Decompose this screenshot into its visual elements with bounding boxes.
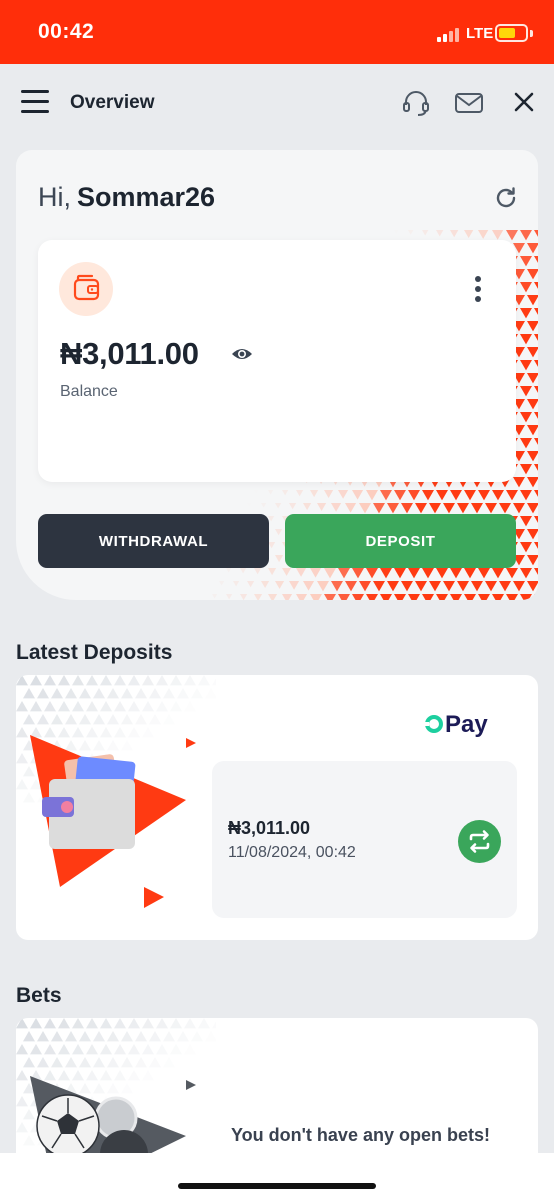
balance-amount: ₦3,011.00 <box>60 336 199 371</box>
repeat-icon[interactable] <box>458 820 501 863</box>
latest-deposits-card: Pay ₦3,011.00 11/08/2024, 00:42 <box>16 675 538 940</box>
withdrawal-button[interactable]: WITHDRAWAL <box>38 514 269 568</box>
bets-title: Bets <box>16 984 62 1007</box>
balance-card: ₦3,011.00 Balance <box>38 240 516 482</box>
wallet-badge <box>59 262 113 316</box>
home-bar-area <box>0 1153 554 1200</box>
deposit-amount: ₦3,011.00 <box>228 818 311 838</box>
wallet-icon <box>73 274 100 301</box>
battery-nub <box>530 30 533 37</box>
overview-card: Hi, Sommar26 ₦3,011.00 Balance WITHDRAWAL <box>16 150 538 600</box>
cellular-signal-icon <box>437 26 463 42</box>
username: Sommar26 <box>77 182 216 212</box>
mail-icon[interactable] <box>454 91 484 115</box>
close-icon[interactable] <box>513 91 535 113</box>
no-open-bets-message: You don't have any open bets! <box>231 1125 490 1145</box>
headset-icon[interactable] <box>401 88 431 118</box>
top-navigation: Overview <box>0 64 554 140</box>
deposit-list-item[interactable]: ₦3,011.00 11/08/2024, 00:42 <box>212 761 517 918</box>
opay-logo: Pay <box>423 711 505 738</box>
menu-icon[interactable] <box>21 90 49 114</box>
refresh-icon[interactable] <box>494 186 518 210</box>
wallet-illustration <box>16 675 216 908</box>
more-vertical-icon[interactable] <box>472 276 484 304</box>
greeting-hi: Hi, <box>38 182 71 212</box>
status-bar: 00:42 LTE <box>0 0 554 64</box>
latest-deposits-title: Latest Deposits <box>16 641 173 664</box>
status-time: 00:42 <box>38 20 95 43</box>
eye-icon[interactable] <box>231 346 253 362</box>
balance-label: Balance <box>60 383 118 400</box>
network-type: LTE <box>466 25 494 42</box>
provider-name: Pay <box>445 711 488 738</box>
battery-icon <box>495 24 528 42</box>
deposit-datetime: 11/08/2024, 00:42 <box>228 844 356 861</box>
deposit-button[interactable]: DEPOSIT <box>285 514 516 568</box>
greeting: Hi, Sommar26 <box>38 182 215 213</box>
home-indicator[interactable] <box>178 1183 376 1189</box>
page-title: Overview <box>70 92 155 113</box>
